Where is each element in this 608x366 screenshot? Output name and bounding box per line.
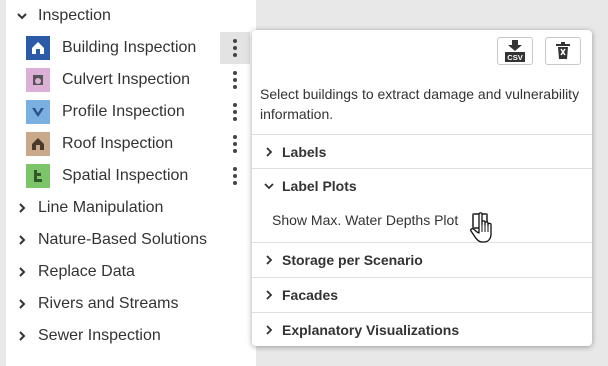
chevron-right-icon [262,253,276,267]
profile-icon [26,100,50,124]
section-facades[interactable]: Facades [252,277,592,311]
category-line-manipulation[interactable]: Line Manipulation [6,192,163,224]
section-explanatory-visualizations[interactable]: Explanatory Visualizations [252,312,592,346]
sidebar: Inspection Building Inspection Culvert I… [6,0,256,366]
category-label: Replace Data [38,263,135,280]
section-storage-per-scenario[interactable]: Storage per Scenario [252,242,592,276]
tool-label: Spatial Inspection [62,167,189,184]
more-options-icon[interactable] [220,160,250,192]
section-label: Explanatory Visualizations [282,321,460,338]
chevron-down-icon [15,9,29,23]
download-csv-icon: CSV [505,40,525,62]
chevron-right-icon [262,323,276,337]
chevron-right-icon [15,297,29,311]
category-sewer-inspection[interactable]: Sewer Inspection [6,320,161,352]
category-inspection[interactable]: Inspection [6,0,111,32]
culvert-icon [26,68,50,92]
hand-cursor-icon [470,212,492,243]
trash-icon [556,42,570,59]
tool-label: Building Inspection [62,39,197,56]
chevron-right-icon [262,288,276,302]
category-label: Rivers and Streams [38,295,179,312]
chevron-right-icon [15,233,29,247]
tool-label: Profile Inspection [62,103,185,120]
category-label: Line Manipulation [38,199,164,216]
more-options-icon[interactable] [220,32,250,64]
tool-options-panel: CSV Select buildings to extract damage a… [252,30,592,346]
tool-building-inspection[interactable]: Building Inspection [6,32,250,64]
delete-button[interactable] [545,37,581,65]
download-csv-button[interactable]: CSV [497,37,533,65]
category-label: Inspection [38,7,111,24]
tool-spatial-inspection[interactable]: Spatial Inspection [6,160,250,192]
section-label-plots[interactable]: Label Plots [252,168,592,202]
tool-description: Select buildings to extract damage and v… [260,86,580,122]
more-options-icon[interactable] [220,96,250,128]
tool-roof-inspection[interactable]: Roof Inspection [6,128,250,160]
section-label: Labels [282,143,327,160]
category-label: Sewer Inspection [38,327,161,344]
tool-label: Culvert Inspection [62,71,191,88]
section-label: Label Plots [282,177,357,194]
csv-label: CSV [507,53,522,62]
section-label: Storage per Scenario [282,251,423,268]
chevron-down-icon [262,179,276,193]
chevron-right-icon [262,145,276,159]
spatial-icon [26,164,50,188]
more-options-icon[interactable] [220,64,250,96]
option-label: Show Max. Water Depths Plot [272,212,459,228]
tool-label: Roof Inspection [62,135,174,152]
section-labels[interactable]: Labels [252,134,592,168]
more-options-icon[interactable] [220,128,250,160]
tool-profile-inspection[interactable]: Profile Inspection [6,96,250,128]
chevron-right-icon [15,329,29,343]
building-icon [26,36,50,60]
category-label: Nature-Based Solutions [38,231,207,248]
category-nature-based-solutions[interactable]: Nature-Based Solutions [6,224,207,256]
chevron-right-icon [15,265,29,279]
roof-icon [26,132,50,156]
category-rivers-and-streams[interactable]: Rivers and Streams [6,288,179,320]
chevron-right-icon [15,201,29,215]
section-label: Facades [282,286,339,303]
option-show-max-water-depths: Show Max. Water Depths Plot [272,205,458,235]
category-replace-data[interactable]: Replace Data [6,256,135,288]
tool-culvert-inspection[interactable]: Culvert Inspection [6,64,250,96]
